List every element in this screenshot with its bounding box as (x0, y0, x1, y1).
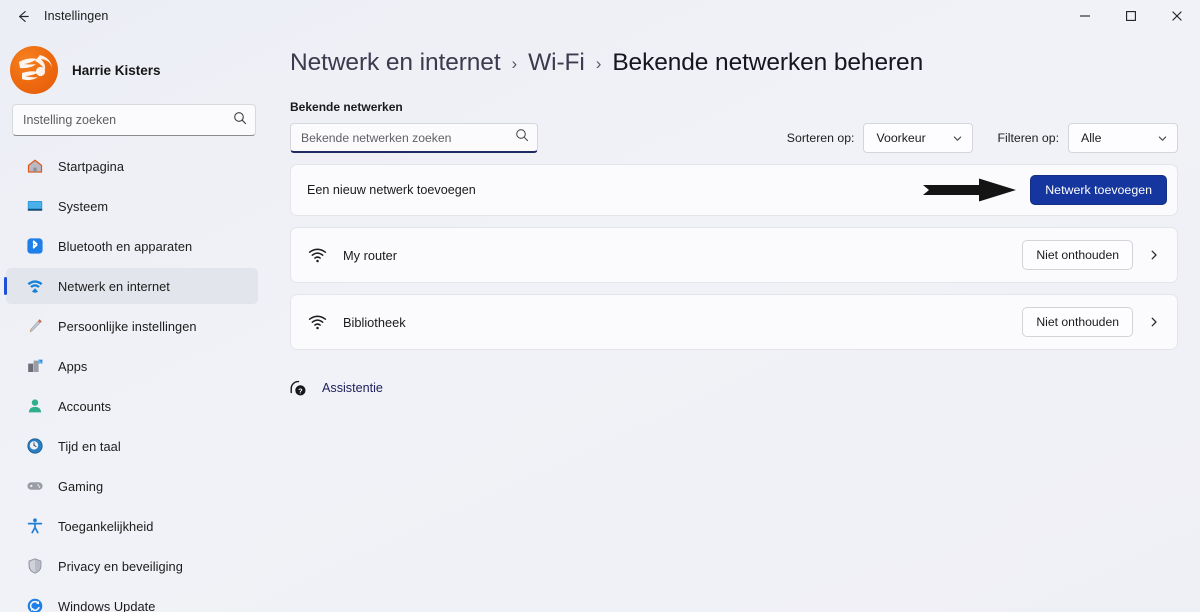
clock-globe-icon (24, 435, 46, 457)
wifi-icon (24, 275, 46, 297)
sidebar: Harrie Kisters Startpagina (0, 32, 268, 612)
filter-value: Alle (1081, 131, 1102, 145)
breadcrumb-link-wifi[interactable]: Wi-Fi (528, 49, 585, 77)
sidebar-item-persoonlijke-instellingen[interactable]: Persoonlijke instellingen (6, 308, 258, 344)
filter-dropdown[interactable]: Alle (1068, 123, 1178, 153)
profile-name: Harrie Kisters (72, 62, 161, 78)
update-icon (24, 595, 46, 612)
user-profile[interactable]: Harrie Kisters (0, 42, 268, 98)
sidebar-item-label: Windows Update (58, 598, 156, 612)
chevron-right-icon[interactable] (1137, 305, 1171, 339)
title-bar: Instellingen (0, 0, 1200, 32)
add-network-card: Een nieuw netwerk toevoegen Netwerk toev… (290, 164, 1178, 216)
breadcrumb-separator-icon: › (595, 54, 602, 73)
close-button[interactable] (1154, 0, 1200, 32)
sidebar-item-accounts[interactable]: Accounts (6, 388, 258, 424)
forget-network-button[interactable]: Niet onthouden (1022, 307, 1133, 337)
breadcrumb-separator-icon: › (511, 54, 518, 73)
section-title: Bekende netwerken (290, 100, 403, 114)
sort-dropdown[interactable]: Voorkeur (863, 123, 974, 153)
sidebar-item-tijd-en-taal[interactable]: Tijd en taal (6, 428, 258, 464)
back-button[interactable] (8, 3, 38, 29)
table-row[interactable]: My router Niet onthouden (290, 227, 1178, 283)
shield-icon (24, 555, 46, 577)
sidebar-item-gaming[interactable]: Gaming (6, 468, 258, 504)
wifi-icon (307, 312, 327, 332)
add-network-button[interactable]: Netwerk toevoegen (1030, 175, 1167, 205)
sidebar-item-label: Persoonlijke instellingen (58, 318, 197, 334)
avatar-logo-icon (19, 55, 52, 81)
maximize-icon (1125, 10, 1137, 22)
filter-label: Filteren op: (997, 131, 1059, 145)
search-input[interactable] (23, 113, 233, 127)
avatar (10, 46, 58, 94)
sidebar-item-label: Tijd en taal (58, 438, 121, 454)
main-content: Netwerk en internet › Wi-Fi › Bekende ne… (268, 32, 1200, 612)
add-network-text: Een nieuw netwerk toevoegen (307, 183, 476, 197)
home-icon (24, 155, 46, 177)
help-link[interactable]: Assistentie (322, 381, 383, 395)
sidebar-item-startpagina[interactable]: Startpagina (6, 148, 258, 184)
toolbar: Sorteren op: Voorkeur Filteren op: Alle (290, 123, 1178, 153)
sidebar-item-apps[interactable]: Apps (6, 348, 258, 384)
network-name: Bibliotheek (343, 314, 406, 330)
help-row[interactable]: ? Assistentie (288, 378, 383, 398)
breadcrumb-link-network[interactable]: Netwerk en internet (290, 49, 501, 77)
window-title: Instellingen (44, 9, 109, 23)
maximize-button[interactable] (1108, 0, 1154, 32)
paintbrush-icon (24, 315, 46, 337)
sidebar-item-systeem[interactable]: Systeem (6, 188, 258, 224)
help-question-icon: ? (288, 378, 308, 398)
chevron-down-icon (1157, 133, 1168, 144)
sidebar-item-label: Toegankelijkheid (58, 518, 154, 534)
search-icon (233, 111, 247, 130)
sidebar-item-netwerk-en-internet[interactable]: Netwerk en internet (4, 268, 258, 304)
chevron-right-icon[interactable] (1137, 238, 1171, 272)
monitor-icon (24, 195, 46, 217)
sidebar-nav: Startpagina Systeem Bluetooth en apparat… (0, 148, 268, 612)
chevron-down-icon (952, 133, 963, 144)
breadcrumb: Netwerk en internet › Wi-Fi › Bekende ne… (290, 49, 1200, 77)
back-arrow-icon (15, 8, 32, 25)
apps-icon (24, 355, 46, 377)
sort-label: Sorteren op: (786, 131, 855, 145)
settings-window: Instellingen Harrie Kisters Instelling z… (0, 0, 1200, 612)
sidebar-item-toegankelijkheid[interactable]: Toegankelijkheid (6, 508, 258, 544)
window-controls (1062, 0, 1200, 32)
sidebar-item-label: Systeem (58, 198, 109, 214)
sidebar-item-label: Bluetooth en apparaten (58, 238, 193, 254)
sidebar-item-label: Gaming (58, 478, 104, 494)
sidebar-search[interactable] (12, 104, 256, 136)
person-icon (24, 395, 46, 417)
svg-text:?: ? (298, 386, 303, 395)
sort-value: Voorkeur (876, 131, 926, 145)
gamepad-icon (24, 475, 46, 497)
sidebar-item-bluetooth-en-apparaten[interactable]: Bluetooth en apparaten (6, 228, 258, 264)
minimize-button[interactable] (1062, 0, 1108, 32)
sidebar-item-privacy-en-beveiliging[interactable]: Privacy en beveiliging (6, 548, 258, 584)
known-networks-search-input[interactable] (301, 130, 515, 145)
wifi-icon (307, 245, 327, 265)
sidebar-item-label: Netwerk en internet (58, 278, 170, 294)
minimize-icon (1079, 10, 1091, 22)
sidebar-item-label: Apps (58, 358, 88, 374)
table-row[interactable]: Bibliotheek Niet onthouden (290, 294, 1178, 350)
accessibility-icon (24, 515, 46, 537)
toolbar-right: Sorteren op: Voorkeur Filteren op: Alle (787, 123, 1178, 153)
right-arrow-annotation (923, 178, 1016, 202)
sidebar-item-windows-update[interactable]: Windows Update (6, 588, 258, 612)
network-name: My router (343, 247, 398, 263)
forget-network-button[interactable]: Niet onthouden (1022, 240, 1133, 270)
sidebar-item-label: Startpagina (58, 158, 125, 174)
search-icon (515, 128, 529, 147)
sidebar-item-label: Privacy en beveiliging (58, 558, 183, 574)
sidebar-item-label: Accounts (58, 398, 112, 414)
known-networks-search[interactable] (290, 123, 538, 153)
breadcrumb-current: Bekende netwerken beheren (612, 49, 924, 76)
close-icon (1171, 10, 1183, 22)
bluetooth-icon (24, 235, 46, 257)
